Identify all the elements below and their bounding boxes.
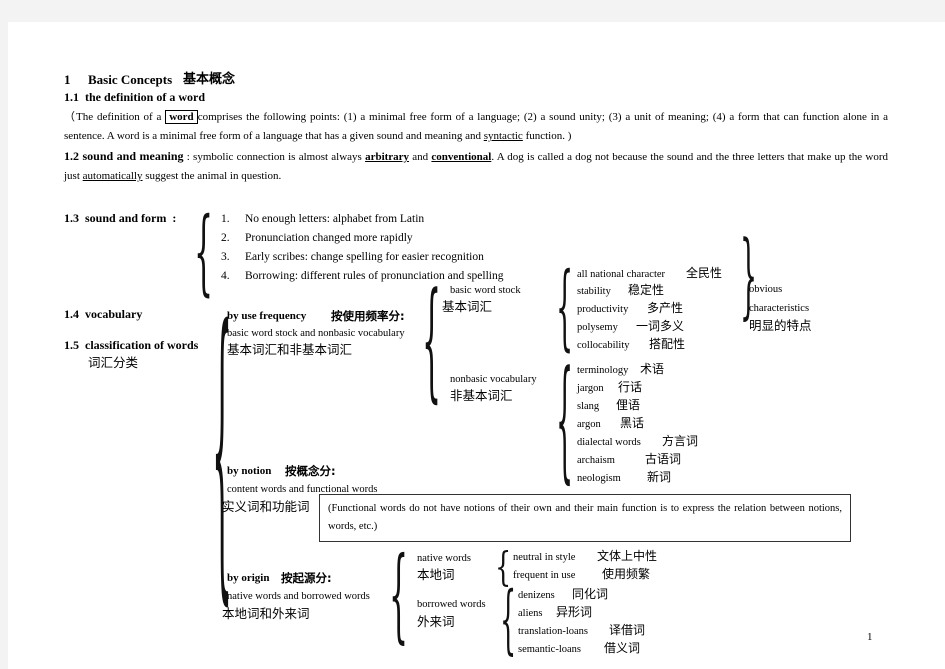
heading-title-cn: 基本概念 bbox=[183, 72, 236, 87]
branch-origin-title-cn: 按起源分: bbox=[281, 571, 332, 585]
branch-frequency-sub-en: basic word stock and nonbasic vocabulary bbox=[227, 328, 405, 339]
nonbasic-item-5-cn: 方言词 bbox=[662, 434, 699, 448]
brace-borrowed-items: { bbox=[500, 577, 517, 665]
s12-conventional: conventional bbox=[431, 151, 492, 163]
brace-sound-and-form: { bbox=[194, 199, 214, 309]
s11-body-pre: （The definition of a bbox=[64, 111, 166, 123]
borrowed-item-3-en: translation-loans bbox=[518, 626, 588, 637]
branch-origin-sub-en: native words and borrowed words bbox=[227, 591, 370, 602]
branch-frequency-sub-cn: 基本词汇和非基本词汇 bbox=[227, 342, 353, 357]
basic-feature-1-cn: 全民性 bbox=[686, 266, 723, 280]
native-feature-1-cn: 文体上中性 bbox=[597, 549, 658, 563]
borrowed-item-3-cn: 译借词 bbox=[609, 623, 646, 637]
list-1-3-num-3: 3. bbox=[221, 251, 230, 263]
page-number: 1 bbox=[867, 631, 873, 643]
basic-feature-5-cn: 搭配性 bbox=[649, 337, 686, 351]
branch-frequency-title-en: by use frequency bbox=[227, 310, 307, 322]
s11-syntactic-underlined: syntactic bbox=[483, 130, 523, 143]
borrowed-item-4-cn: 借义词 bbox=[604, 641, 641, 655]
nonbasic-vocabulary-cn: 非基本词汇 bbox=[450, 388, 513, 403]
list-1-3-text-4: Borrowing: different rules of pronunciat… bbox=[245, 270, 504, 282]
features-summary-cn: 明显的特点 bbox=[749, 318, 812, 333]
nonbasic-item-5-en: dialectal words bbox=[577, 437, 641, 448]
s12-mid1: and bbox=[409, 151, 432, 163]
s12-tail: suggest the animal in question. bbox=[142, 170, 282, 183]
s12-pre: : symbolic connection is almost always bbox=[183, 151, 366, 163]
native-words-cn: 本地词 bbox=[417, 567, 455, 582]
list-1-3-text-1: No enough letters: alphabet from Latin bbox=[245, 213, 425, 225]
nonbasic-item-7-cn: 新词 bbox=[647, 470, 672, 484]
section-1-1-label: 1.1 the definition of a word bbox=[64, 90, 205, 104]
nonbasic-item-3-cn: 俚语 bbox=[616, 398, 641, 412]
basic-feature-2-en: stability bbox=[577, 286, 611, 297]
features-summary-line2: characteristics bbox=[749, 303, 810, 314]
basic-feature-3-cn: 多产性 bbox=[647, 301, 684, 315]
section-1-5-label: 1.5 classification of words bbox=[64, 338, 199, 352]
heading-title-en: Basic Concepts bbox=[88, 72, 173, 87]
list-1-3-num-2: 2. bbox=[221, 232, 230, 244]
section-1-5-label-cn: 词汇分类 bbox=[88, 355, 139, 370]
section-1-2-label: 1.2 sound and meaning bbox=[64, 149, 184, 163]
s12-automatically: automatically bbox=[82, 170, 143, 183]
heading-number: 1 bbox=[64, 72, 71, 87]
brace-nonbasic-items: { bbox=[556, 345, 574, 500]
nonbasic-item-1-cn: 术语 bbox=[640, 362, 665, 376]
document-body: 1 Basic Concepts 基本概念 1.1 the definition… bbox=[8, 22, 945, 669]
branch-notion-sub-cn: 实义词和功能词 bbox=[222, 499, 310, 514]
borrowed-item-1-cn: 同化词 bbox=[572, 587, 609, 601]
native-feature-2-en: frequent in use bbox=[513, 570, 576, 581]
nonbasic-item-6-en: archaism bbox=[577, 455, 615, 466]
branch-frequency-title-cn: 按使用频率分: bbox=[331, 309, 405, 323]
borrowed-item-4-en: semantic-loans bbox=[518, 644, 581, 655]
branch-origin-sub-cn: 本地词和外来词 bbox=[222, 606, 310, 621]
brace-basic-features: { bbox=[556, 254, 574, 364]
section-1-4-label: 1.4 vocabulary bbox=[64, 307, 143, 321]
nonbasic-vocabulary-en: nonbasic vocabulary bbox=[450, 374, 537, 385]
branch-origin-title-en: by origin bbox=[227, 572, 270, 584]
basic-word-stock-cn: 基本词汇 bbox=[442, 299, 493, 314]
nonbasic-item-2-cn: 行话 bbox=[618, 380, 643, 394]
nonbasic-item-4-en: argon bbox=[577, 419, 601, 430]
basic-feature-3-en: productivity bbox=[577, 304, 629, 315]
list-1-3-text-3: Early scribes: change spelling for easie… bbox=[245, 251, 484, 263]
brace-frequency-split: { bbox=[422, 268, 442, 419]
section-1-3-label: 1.3 sound and form : bbox=[64, 211, 177, 225]
nonbasic-item-1-en: terminology bbox=[577, 365, 629, 376]
section-1-1-body: （The definition of a word comprises the f… bbox=[64, 108, 888, 147]
brace-origin-split: { bbox=[389, 537, 409, 657]
functional-words-note: (Functional words do not have notions of… bbox=[319, 494, 851, 542]
basic-word-stock-en: basic word stock bbox=[450, 285, 521, 296]
native-feature-2-cn: 使用频繁 bbox=[602, 567, 651, 581]
list-1-3-num-1: 1. bbox=[221, 213, 230, 225]
basic-feature-1-en: all national character bbox=[577, 269, 666, 280]
word-boxed-term: word bbox=[165, 110, 198, 124]
borrowed-item-2-cn: 异形词 bbox=[556, 605, 593, 619]
borrowed-words-cn: 外来词 bbox=[417, 614, 455, 629]
nonbasic-item-4-cn: 黑话 bbox=[620, 416, 645, 430]
native-feature-1-en: neutral in style bbox=[513, 552, 576, 563]
nonbasic-item-3-en: slang bbox=[577, 401, 600, 412]
branch-notion-title-cn: 按概念分: bbox=[285, 464, 336, 478]
borrowed-words-en: borrowed words bbox=[417, 599, 486, 610]
s11-body-tail: function. ) bbox=[522, 130, 572, 143]
basic-feature-2-cn: 稳定性 bbox=[628, 283, 665, 297]
basic-feature-5-en: collocability bbox=[577, 340, 630, 351]
borrowed-item-1-en: denizens bbox=[518, 590, 555, 601]
basic-feature-4-cn: 一词多义 bbox=[636, 319, 685, 333]
branch-notion-title-en: by notion bbox=[227, 465, 272, 477]
features-summary-line1: obvious bbox=[749, 284, 783, 295]
basic-feature-4-en: polysemy bbox=[577, 322, 618, 333]
native-words-en: native words bbox=[417, 553, 471, 564]
nonbasic-item-2-en: jargon bbox=[577, 383, 604, 394]
borrowed-item-2-en: aliens bbox=[518, 608, 543, 619]
section-1-2-body: 1.2 sound and meaning : symbolic connect… bbox=[64, 146, 888, 187]
list-1-3-text-2: Pronunciation changed more rapidly bbox=[245, 232, 413, 244]
s12-arbitrary: arbitrary bbox=[365, 151, 410, 163]
nonbasic-item-6-cn: 古语词 bbox=[645, 452, 682, 466]
document-page: 1 Basic Concepts 基本概念 1.1 the definition… bbox=[8, 22, 945, 669]
nonbasic-item-7-en: neologism bbox=[577, 473, 621, 484]
